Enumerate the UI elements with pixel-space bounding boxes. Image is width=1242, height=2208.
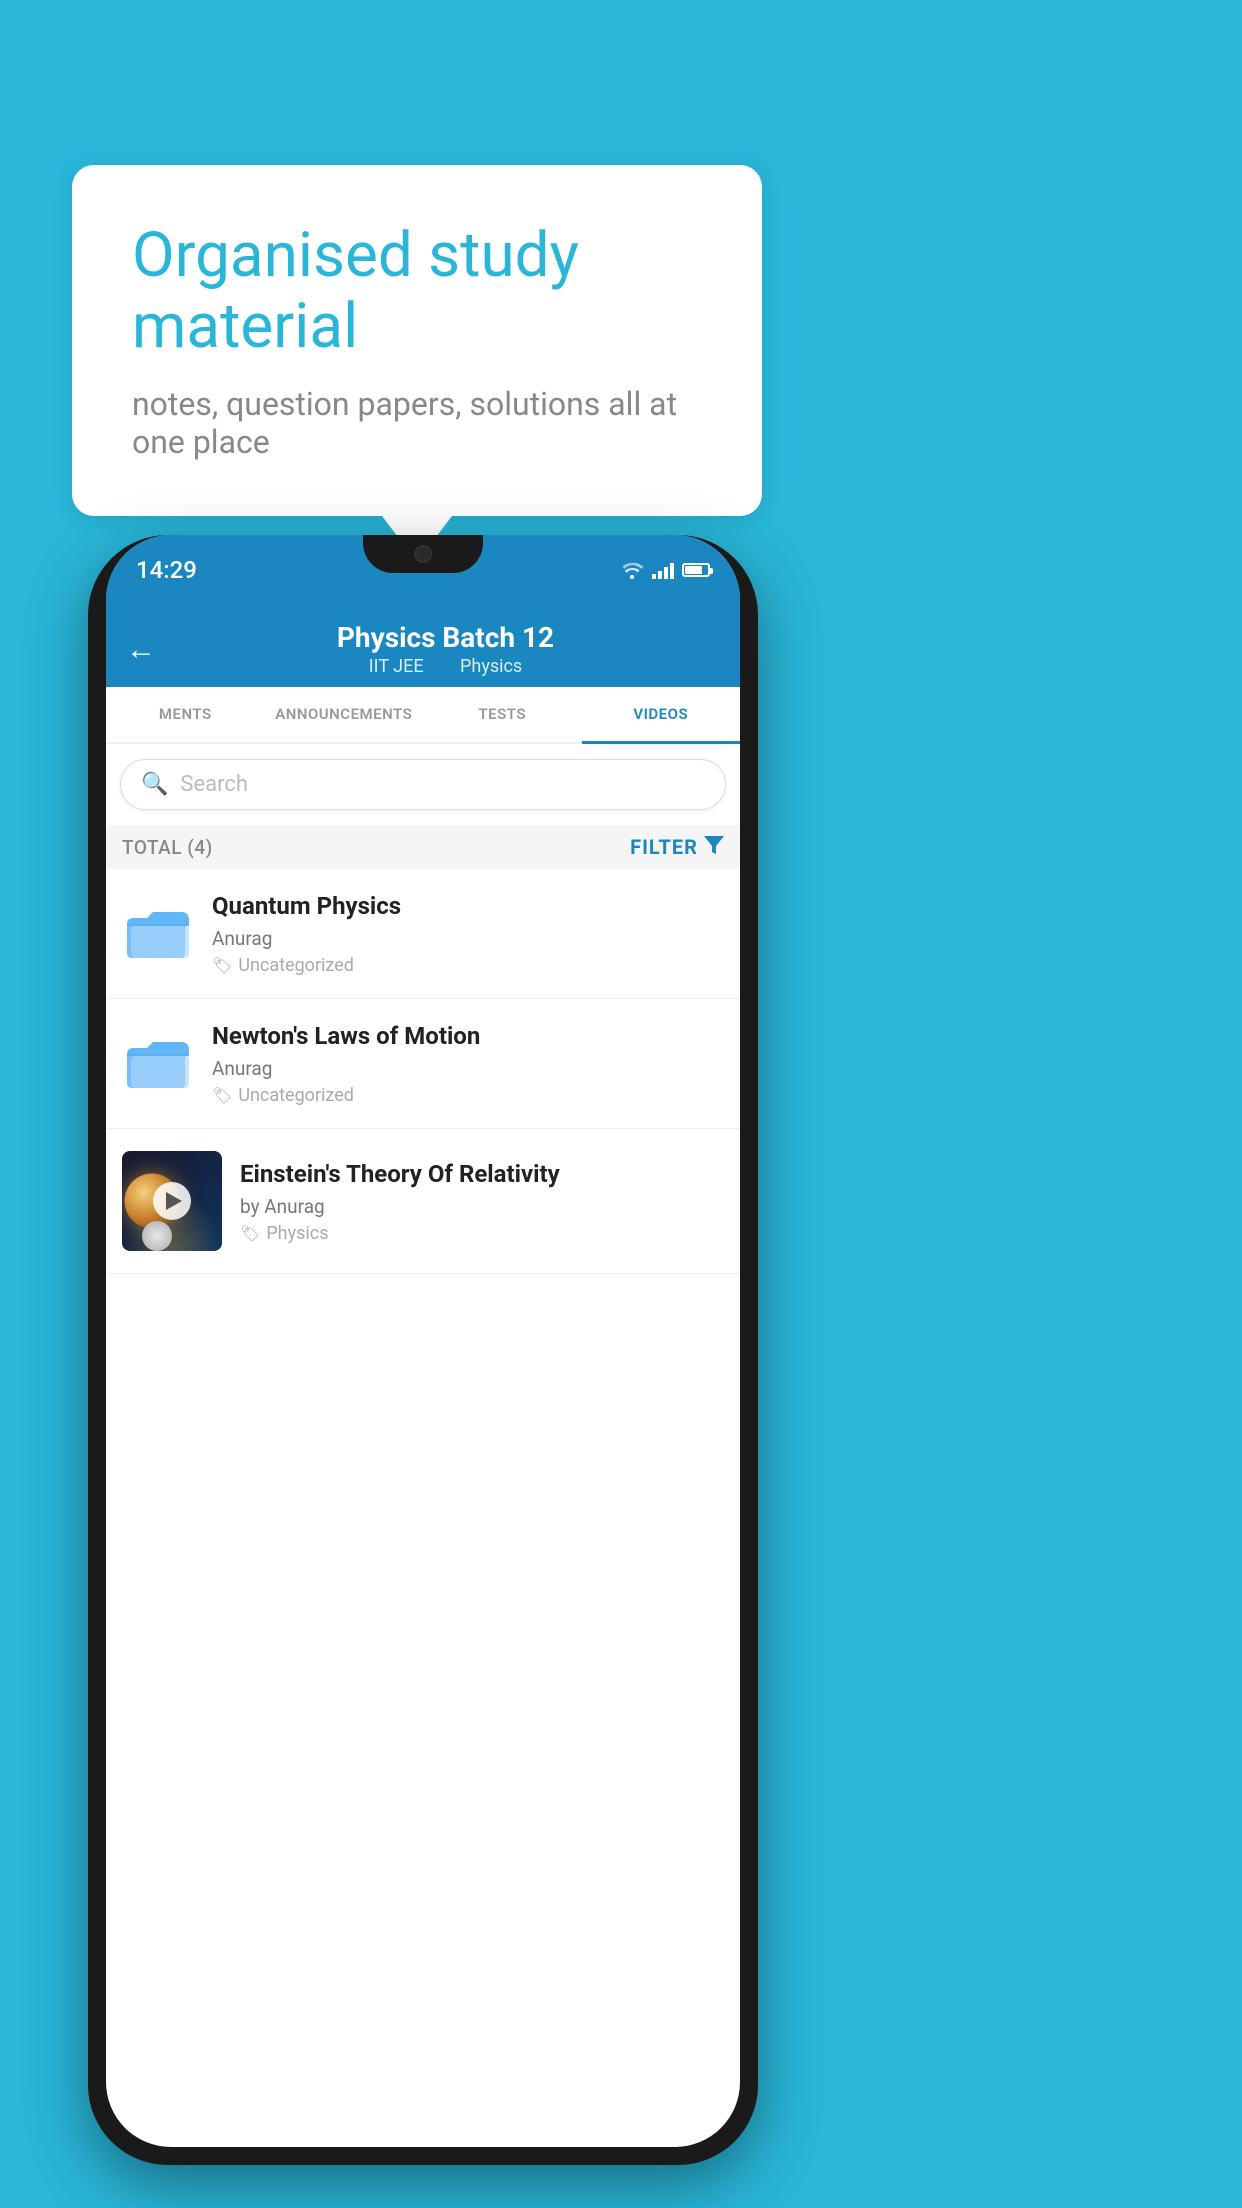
wifi-icon (620, 561, 644, 579)
header-title-group: Physics Batch 12 IIT JEE Physics (171, 621, 720, 677)
bubble-title: Organised study material (132, 220, 702, 363)
signal-icon (652, 561, 674, 579)
search-placeholder: Search (180, 772, 248, 797)
video-author: Anurag (212, 1057, 724, 1080)
video-title: Quantum Physics (212, 891, 724, 922)
list-item[interactable]: Einstein's Theory Of Relativity by Anura… (106, 1129, 740, 1274)
tab-ments[interactable]: MENTS (106, 687, 265, 744)
video-title: Einstein's Theory Of Relativity (240, 1159, 724, 1190)
bubble-subtitle: notes, question papers, solutions all at… (132, 385, 702, 461)
header-subtitle-1: IIT JEE (369, 656, 424, 677)
tag-label: Uncategorized (238, 1085, 354, 1106)
video-tag: 🏷 Uncategorized (212, 955, 724, 976)
folder-svg-icon (127, 906, 189, 962)
play-icon (166, 1192, 182, 1210)
status-bar: 14:29 (106, 535, 740, 605)
filter-label: FILTER (630, 835, 698, 859)
list-item[interactable]: Newton's Laws of Motion Anurag 🏷 Uncateg… (106, 999, 740, 1129)
tabs: MENTS ANNOUNCEMENTS TESTS VIDEOS (106, 687, 740, 744)
folder-icon (122, 898, 194, 970)
funnel-icon (704, 836, 724, 854)
tag-icon: 🏷 (212, 956, 232, 975)
video-title: Newton's Laws of Motion (212, 1021, 724, 1052)
phone-frame: 14:29 (88, 535, 758, 2165)
video-info: Newton's Laws of Motion Anurag 🏷 Uncateg… (212, 1021, 724, 1106)
camera-dot (414, 545, 432, 563)
filter-button[interactable]: FILTER (630, 835, 724, 859)
video-tag: 🏷 Physics (240, 1223, 724, 1244)
status-time: 14:29 (136, 556, 197, 584)
folder-svg-icon (127, 1036, 189, 1092)
video-thumbnail (122, 1151, 222, 1251)
tab-videos[interactable]: VIDEOS (582, 687, 741, 744)
folder-icon (122, 1028, 194, 1100)
speech-bubble: Organised study material notes, question… (72, 165, 762, 516)
list-item[interactable]: Quantum Physics Anurag 🏷 Uncategorized (106, 869, 740, 999)
filter-row: TOTAL (4) FILTER (106, 825, 740, 869)
filter-funnel-icon (704, 835, 724, 859)
tab-tests[interactable]: TESTS (423, 687, 582, 744)
tag-icon: 🏷 (240, 1224, 260, 1243)
tab-announcements[interactable]: ANNOUNCEMENTS (265, 687, 424, 744)
header-content: ← Physics Batch 12 IIT JEE Physics (106, 605, 740, 687)
video-list: Quantum Physics Anurag 🏷 Uncategorized (106, 869, 740, 1274)
header-subtitle: IIT JEE Physics (171, 656, 720, 677)
app-header: 14:29 (106, 535, 740, 744)
phone-screen: 14:29 (106, 535, 740, 2147)
video-author: Anurag (212, 927, 724, 950)
search-bar[interactable]: 🔍 Search (120, 759, 726, 810)
video-author: by Anurag (240, 1195, 724, 1218)
phone-notch (363, 535, 483, 573)
play-button[interactable] (153, 1182, 191, 1220)
video-info: Quantum Physics Anurag 🏷 Uncategorized (212, 891, 724, 976)
video-tag: 🏷 Uncategorized (212, 1085, 724, 1106)
status-icons (620, 561, 710, 579)
video-info: Einstein's Theory Of Relativity by Anura… (240, 1159, 724, 1244)
search-icon: 🔍 (141, 772, 168, 797)
total-count-label: TOTAL (4) (122, 836, 213, 859)
header-subtitle-2: Physics (460, 656, 522, 677)
battery-icon (682, 563, 710, 577)
tag-icon: 🏷 (212, 1086, 232, 1105)
tag-label: Uncategorized (238, 955, 354, 976)
tag-label: Physics (266, 1223, 328, 1244)
header-title: Physics Batch 12 (171, 621, 720, 654)
back-button[interactable]: ← (126, 632, 156, 667)
